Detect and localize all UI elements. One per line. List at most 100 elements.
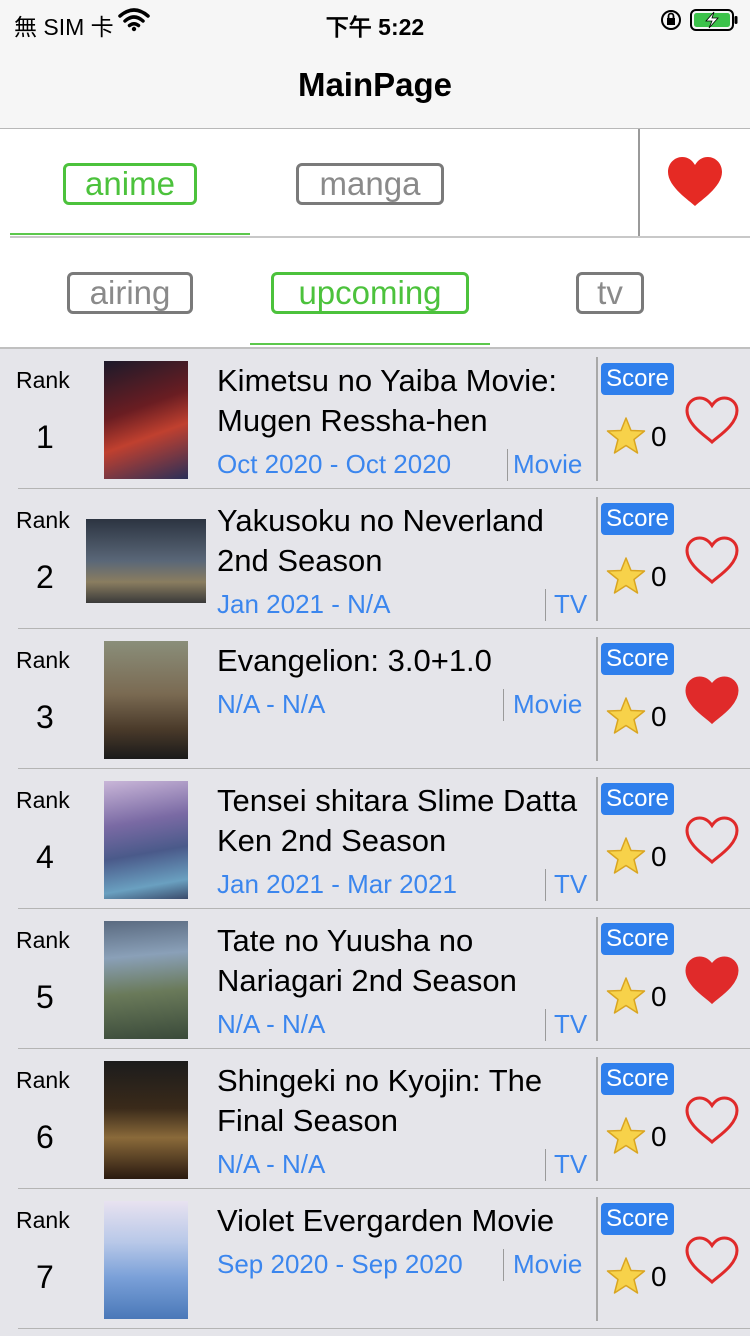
tab-anime[interactable]: anime [63, 163, 197, 205]
air-dates: Jan 2021 - N/A [217, 589, 391, 619]
tab-manga[interactable]: manga [296, 163, 444, 205]
list-item[interactable]: Rank 5 Tate no Yuusha no Nariagari 2nd S… [0, 909, 750, 1049]
heart-outline-icon [685, 816, 739, 865]
navigation-bar: MainPage [0, 42, 750, 129]
star-icon [606, 697, 646, 740]
air-dates: Oct 2020 - Oct 2020 [217, 449, 452, 479]
rank-number: 7 [36, 1259, 54, 1295]
rank-number: 5 [36, 979, 54, 1015]
score-badge: Score [601, 503, 674, 535]
rank-number: 2 [36, 559, 54, 595]
media-type-tabs: anime manga [0, 129, 750, 237]
star-icon [606, 557, 646, 600]
anime-title: Kimetsu no Yaiba Movie: Mugen Ressha-hen [217, 363, 558, 438]
media-type: Movie [513, 689, 583, 719]
heart-outline-icon [685, 536, 739, 585]
anime-poster [104, 1201, 188, 1319]
anime-title: Violet Evergarden Movie [217, 1203, 555, 1238]
divider [596, 777, 598, 901]
divider [545, 869, 546, 901]
anime-title: Tensei shitara Slime Datta Ken 2nd Seaso… [217, 783, 578, 858]
list-item[interactable]: Rank 6 Shingeki no Kyojin: The Final Sea… [0, 1049, 750, 1189]
star-icon [606, 837, 646, 880]
score-badge: Score [601, 643, 674, 675]
heart-outline-icon [685, 1096, 739, 1145]
favorite-toggle[interactable] [684, 815, 740, 870]
score-value: 0 [651, 1121, 667, 1152]
anime-poster [86, 519, 206, 603]
status-bar: 無 SIM 卡 下午 5:22 [0, 0, 750, 42]
score-badge: Score [601, 1063, 674, 1095]
list-item[interactable]: Rank 3 Evangelion: 3.0+1.0 N/A - N/A Mov… [0, 629, 750, 769]
tab-selection-indicator [10, 233, 250, 235]
star-icon [606, 1257, 646, 1300]
list-item[interactable]: Rank 4 Tensei shitara Slime Datta Ken 2n… [0, 769, 750, 909]
divider [596, 497, 598, 621]
rank-number: 4 [36, 839, 54, 875]
rank-label: Rank [16, 367, 70, 393]
star-icon [606, 977, 646, 1020]
anime-title: Evangelion: 3.0+1.0 [217, 643, 492, 678]
star-icon [606, 417, 646, 460]
list-item[interactable]: Rank 1 Kimetsu no Yaiba Movie: Mugen Res… [0, 349, 750, 489]
divider [596, 1197, 598, 1321]
heart-outline-icon [685, 396, 739, 445]
heart-outline-icon [685, 1236, 739, 1285]
media-type: TV [554, 869, 588, 899]
favorite-toggle[interactable] [684, 395, 740, 450]
tab-upcoming[interactable]: upcoming [271, 272, 469, 314]
score-value: 0 [651, 561, 667, 592]
anime-title: Tate no Yuusha no Nariagari 2nd Season [217, 923, 517, 998]
tab-airing[interactable]: airing [67, 272, 193, 314]
anime-poster [104, 361, 188, 479]
favorite-toggle[interactable] [684, 1095, 740, 1150]
anime-poster [104, 921, 188, 1039]
tab-tv[interactable]: tv [576, 272, 644, 314]
list-item[interactable]: Rank 7 Violet Evergarden Movie Sep 2020 … [0, 1189, 750, 1329]
favorite-toggle[interactable] [684, 675, 740, 730]
list-item[interactable]: Rank 2 Yakusoku no Neverland 2nd Season … [0, 489, 750, 629]
filter-tabs: airing upcoming tv [0, 238, 750, 347]
media-type: TV [554, 1149, 588, 1179]
heart-filled-icon [685, 676, 739, 725]
rank-number: 3 [36, 699, 54, 735]
clock: 下午 5:22 [325, 14, 425, 40]
media-type: Movie [513, 1249, 583, 1279]
anime-list[interactable]: Rank 1 Kimetsu no Yaiba Movie: Mugen Res… [0, 347, 750, 1336]
rank-label: Rank [16, 787, 70, 813]
tab-selection-indicator [250, 343, 490, 345]
media-type: Movie [513, 449, 583, 479]
heart-filled-icon [685, 956, 739, 1005]
favorite-toggle[interactable] [684, 955, 740, 1010]
score-value: 0 [651, 701, 667, 732]
divider [638, 129, 640, 237]
rotation-lock-icon [660, 9, 682, 36]
anime-poster [104, 781, 188, 899]
divider [596, 917, 598, 1041]
divider [596, 637, 598, 761]
row-separator [18, 1328, 750, 1329]
air-dates: Sep 2020 - Sep 2020 [217, 1249, 463, 1279]
favorites-button[interactable] [666, 156, 724, 213]
rank-label: Rank [16, 1207, 70, 1233]
divider [503, 689, 504, 721]
air-dates: Jan 2021 - Mar 2021 [217, 869, 457, 899]
score-value: 0 [651, 841, 667, 872]
media-type: TV [554, 589, 588, 619]
divider [596, 1057, 598, 1181]
rank-label: Rank [16, 1067, 70, 1093]
air-dates: N/A - N/A [217, 689, 326, 719]
score-badge: Score [601, 923, 674, 955]
air-dates: N/A - N/A [217, 1009, 326, 1039]
favorite-toggle[interactable] [684, 1235, 740, 1290]
divider [507, 449, 508, 481]
heart-filled-icon [668, 157, 722, 206]
star-icon [606, 1117, 646, 1160]
divider [545, 1149, 546, 1181]
score-badge: Score [601, 1203, 674, 1235]
score-value: 0 [651, 421, 667, 452]
rank-number: 1 [36, 419, 54, 455]
rank-label: Rank [16, 927, 70, 953]
page-title: MainPage [297, 66, 453, 103]
favorite-toggle[interactable] [684, 535, 740, 590]
